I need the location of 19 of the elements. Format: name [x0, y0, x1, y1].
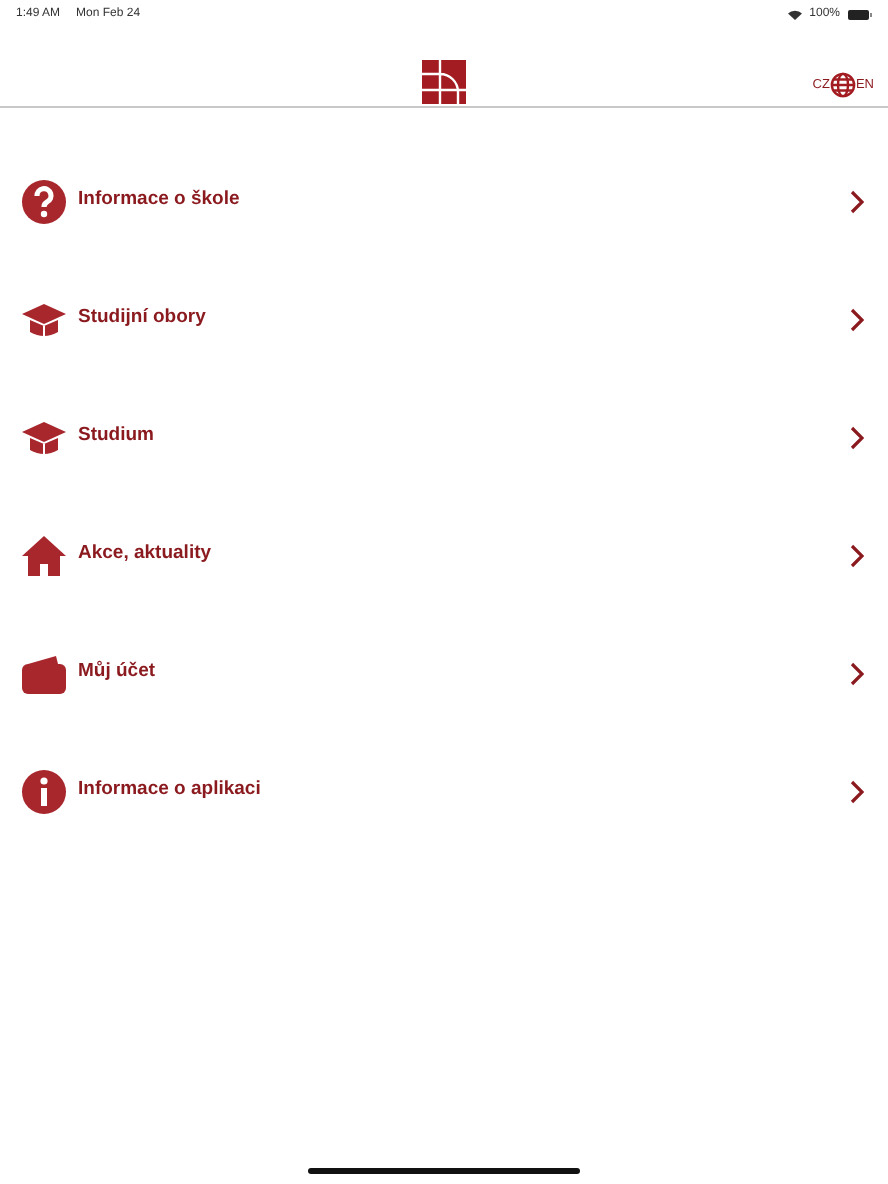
- school-logo: [422, 60, 466, 104]
- menu-item[interactable]: Informace o škole: [0, 142, 888, 260]
- menu-item[interactable]: Informace o aplikaci: [0, 732, 888, 850]
- menu-item[interactable]: Akce, aktuality: [0, 496, 888, 614]
- chevron-right-icon: [850, 307, 864, 331]
- house-icon: [20, 531, 68, 579]
- chevron-right-icon: [850, 189, 864, 213]
- wifi-icon: [787, 9, 802, 19]
- battery-icon: [848, 9, 872, 19]
- question-icon: [20, 177, 68, 225]
- info-icon: [20, 767, 68, 815]
- menu-item[interactable]: Studijní obory: [0, 260, 888, 378]
- chevron-right-icon: [850, 543, 864, 567]
- menu-item[interactable]: Studium: [0, 378, 888, 496]
- chevron-right-icon: [850, 661, 864, 685]
- globe-icon[interactable]: [829, 72, 856, 98]
- menu-item[interactable]: Můj účet: [0, 614, 888, 732]
- chevron-right-icon: [850, 425, 864, 449]
- chevron-right-icon: [850, 779, 864, 803]
